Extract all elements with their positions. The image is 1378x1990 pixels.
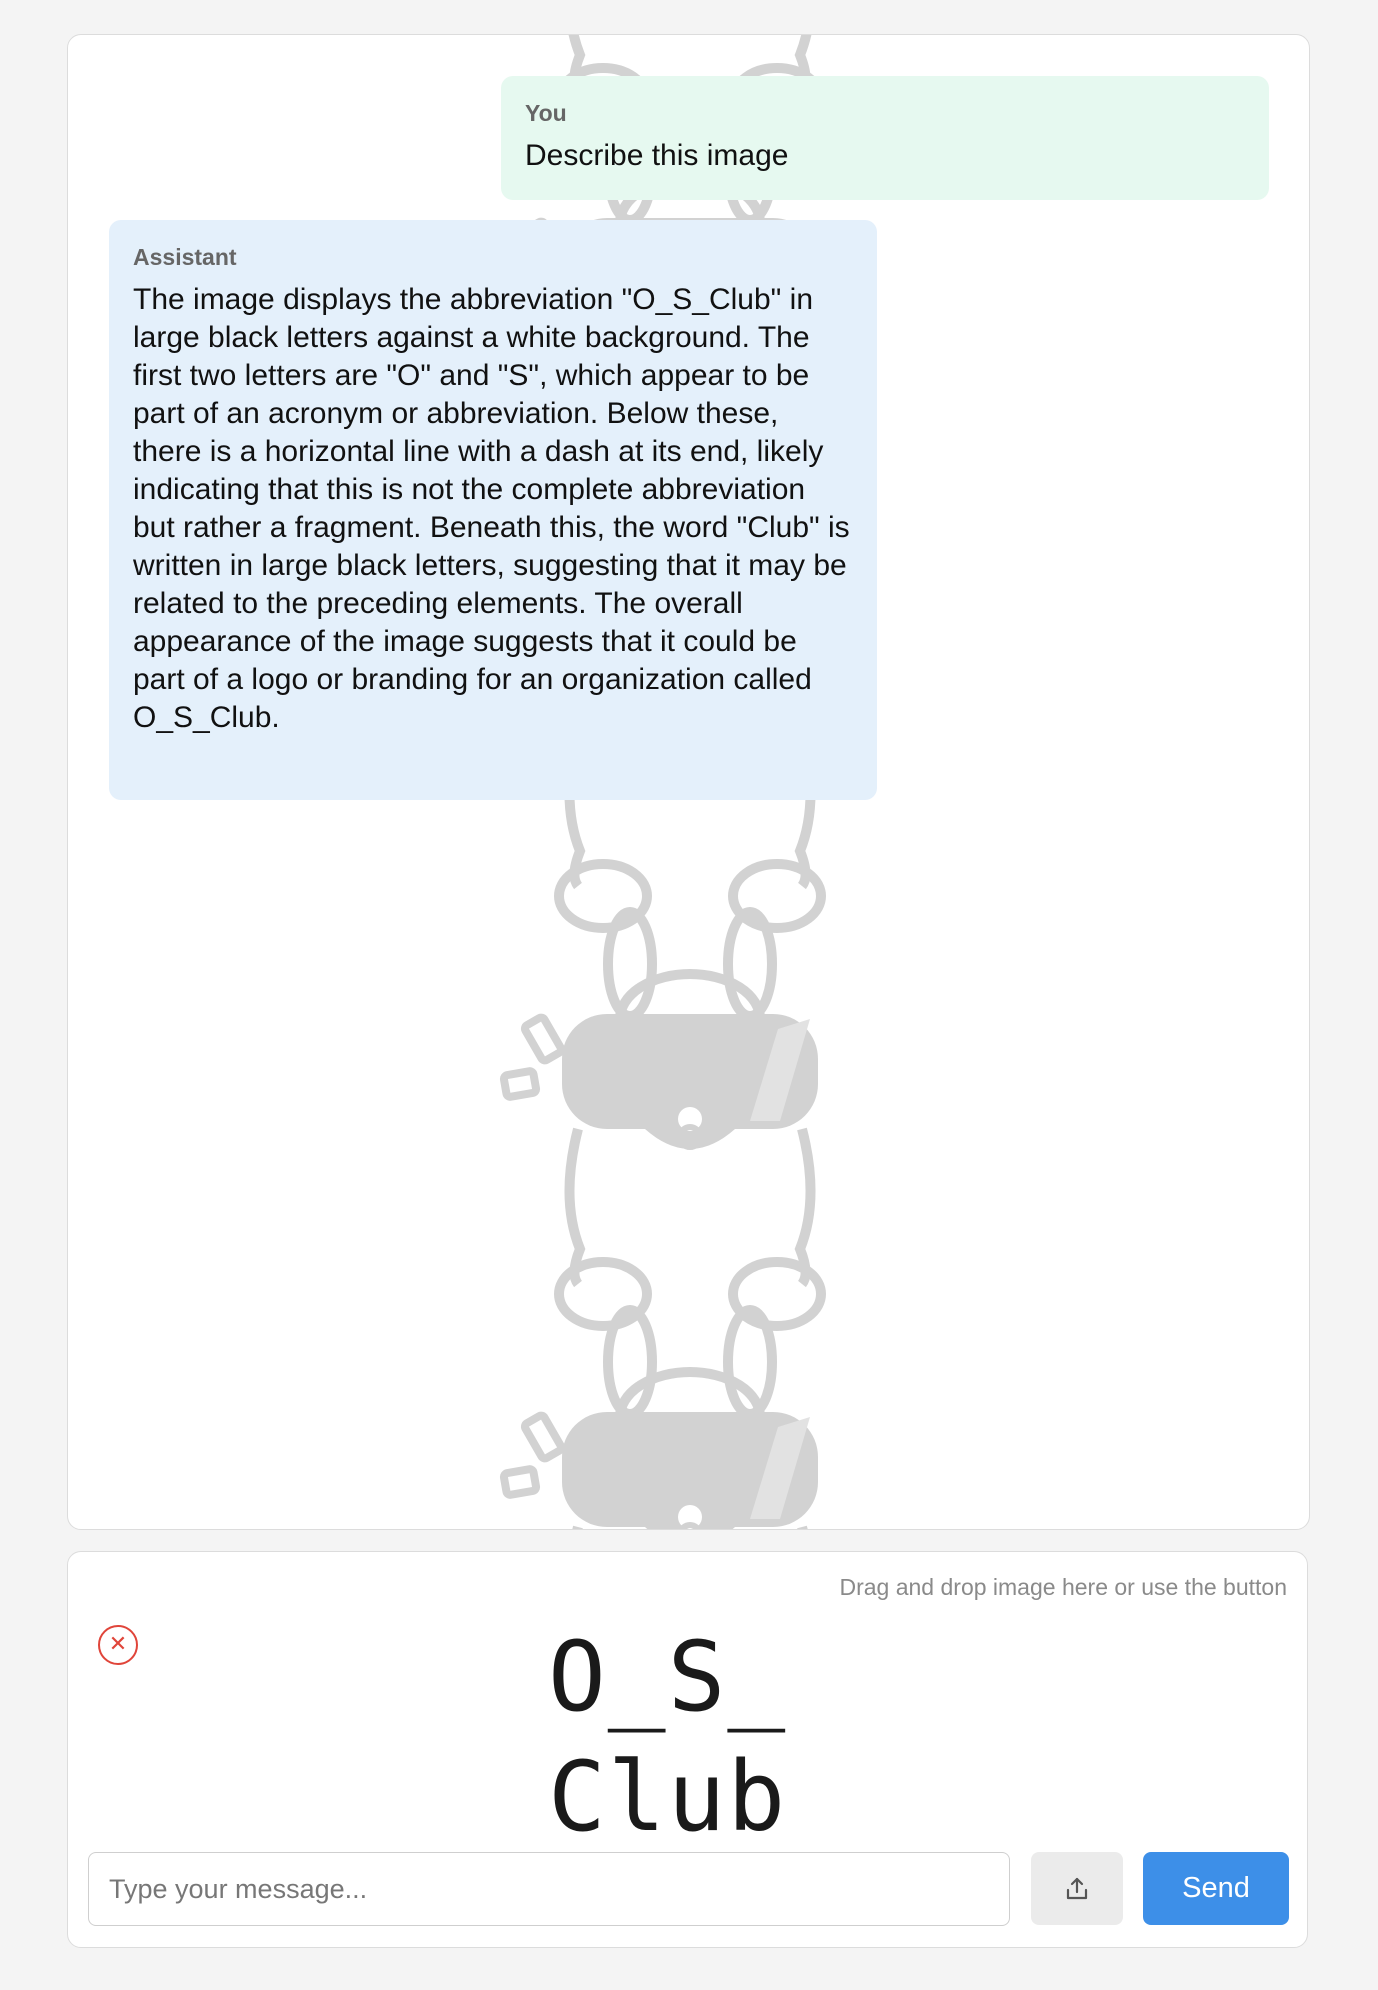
drop-hint: Drag and drop image here or use the butt… — [839, 1574, 1287, 1600]
upload-icon — [1066, 1877, 1088, 1899]
user-message: You Describe this image — [501, 76, 1269, 200]
message-role-label: Assistant — [133, 244, 237, 270]
send-button[interactable]: Send — [1143, 1852, 1289, 1925]
composer-panel[interactable]: Drag and drop image here or use the butt… — [67, 1551, 1308, 1948]
assistant-message: Assistant The image displays the abbrevi… — [109, 220, 877, 800]
remove-image-button[interactable]: ✕ — [98, 1625, 138, 1665]
upload-button[interactable] — [1031, 1852, 1123, 1925]
preview-text-line: Club — [548, 1741, 788, 1853]
image-preview: O_S_ Club — [548, 1622, 848, 1867]
preview-text-line: O_S_ — [548, 1621, 788, 1733]
close-icon: ✕ — [108, 1631, 128, 1656]
chat-panel: You Describe this image Assistant The im… — [67, 34, 1310, 1530]
message-text: Describe this image — [525, 139, 789, 172]
message-text: The image displays the abbreviation "O_S… — [133, 283, 850, 734]
message-role-label: You — [525, 100, 567, 126]
message-input[interactable] — [88, 1852, 1010, 1926]
